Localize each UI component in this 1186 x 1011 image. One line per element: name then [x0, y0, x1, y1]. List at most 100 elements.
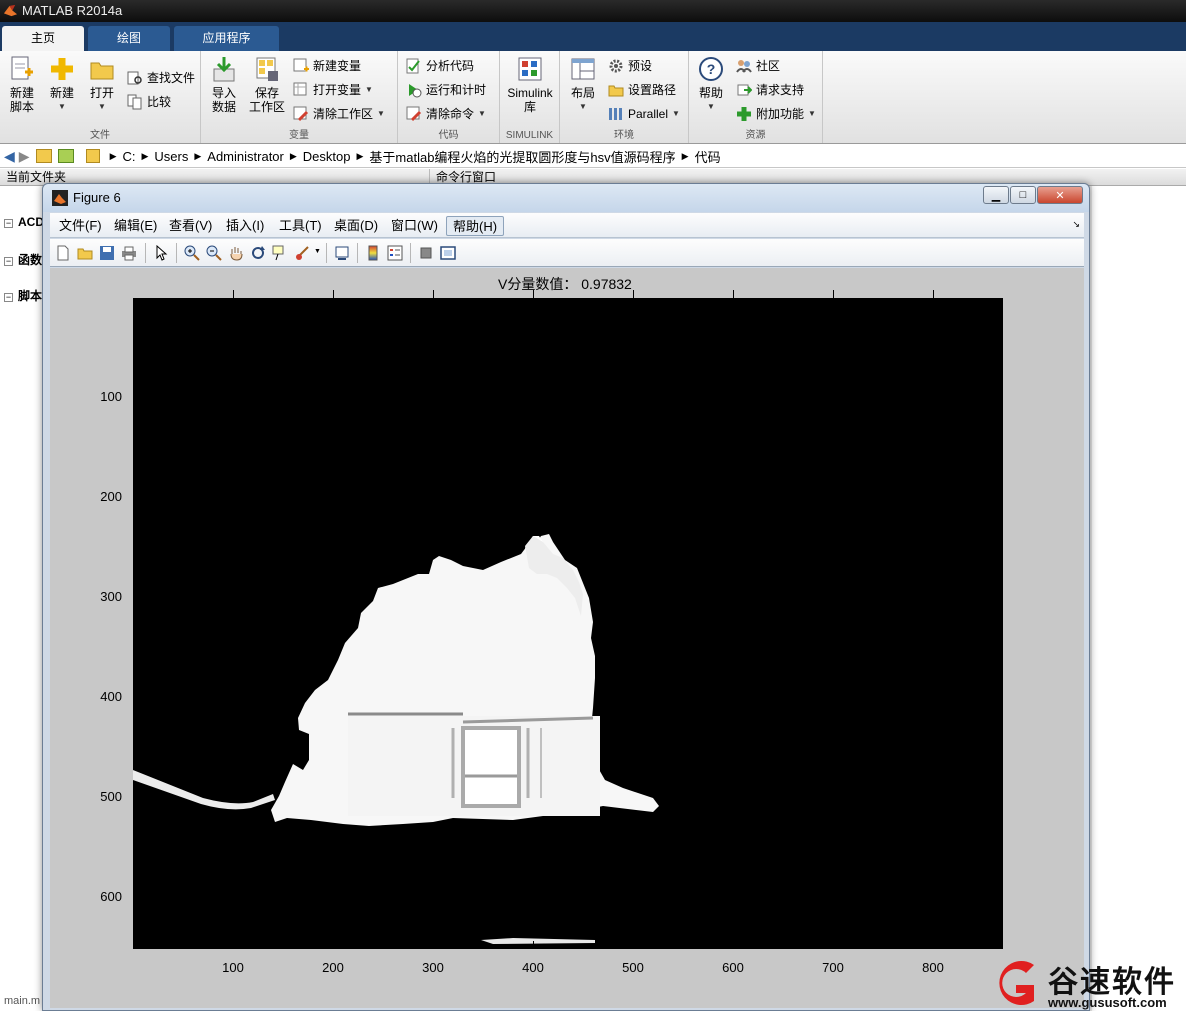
rotate-3d-icon[interactable] — [249, 244, 267, 262]
save-workspace-button[interactable]: 保存 工作区 — [247, 55, 287, 114]
breadcrumb-separator-icon: ▶ — [681, 150, 689, 161]
collapse-icon[interactable]: − — [4, 257, 13, 266]
parallel-icon — [608, 106, 624, 122]
dock-arrow-icon[interactable]: ↘ — [1072, 219, 1080, 230]
tree-item-scripts[interactable]: − 脚本 — [4, 287, 42, 304]
legend-icon[interactable] — [386, 244, 404, 262]
import-data-icon — [213, 57, 235, 82]
ribbon-tabstrip: 主页 绘图 应用程序 — [0, 22, 1186, 51]
figure-menubar: 文件(F) 编辑(E) 查看(V) 插入(I) 工具(T) 桌面(D) 窗口(W… — [50, 213, 1084, 238]
y-tick-label: 400 — [100, 689, 122, 704]
tab-home[interactable]: 主页 — [2, 26, 84, 51]
x-tick-label: 100 — [222, 960, 244, 975]
forward-arrow-icon[interactable]: ▶ — [19, 148, 30, 165]
back-arrow-icon[interactable]: ◀ — [4, 148, 15, 165]
gear-icon — [608, 58, 624, 74]
figure-window: Figure 6 ▁ □ ✕ 文件(F) 编辑(E) 查看(V) 插入(I) 工… — [42, 183, 1090, 1011]
help-button[interactable]: ? 帮助 ▼ — [695, 55, 727, 114]
new-variable-button[interactable]: 新建变量 — [293, 56, 361, 76]
add-ons-button[interactable]: 附加功能 ▼ — [736, 104, 816, 124]
menu-edit[interactable]: 编辑(E) — [108, 216, 163, 236]
close-button[interactable]: ✕ — [1037, 186, 1083, 204]
pan-hand-icon[interactable] — [227, 244, 245, 262]
figure-titlebar[interactable]: Figure 6 ▁ □ ✕ — [43, 184, 1089, 212]
browse-folder-icon[interactable] — [57, 149, 74, 163]
print-icon[interactable] — [120, 244, 138, 262]
menu-window[interactable]: 窗口(W) — [385, 216, 444, 236]
set-path-icon — [608, 82, 624, 98]
tab-apps[interactable]: 应用程序 — [174, 26, 279, 51]
parallel-button[interactable]: Parallel ▼ — [608, 104, 680, 124]
import-data-button[interactable]: 导入 数据 — [206, 55, 242, 114]
community-button[interactable]: 社区 — [736, 56, 780, 76]
up-folder-icon[interactable] — [35, 149, 52, 163]
menu-desktop[interactable]: 桌面(D) — [328, 216, 384, 236]
matlab-logo-icon — [3, 4, 18, 17]
find-files-button[interactable]: 查找文件 — [127, 68, 195, 88]
request-support-button[interactable]: 请求支持 — [736, 80, 804, 100]
breadcrumb-item[interactable]: Users — [154, 149, 188, 164]
tree-item-acd[interactable]: − ACD — [4, 215, 44, 229]
new-button[interactable]: 新建 ▼ — [44, 55, 80, 114]
link-plot-icon[interactable] — [333, 244, 351, 262]
menu-help[interactable]: 帮助(H) — [446, 216, 505, 236]
new-figure-icon[interactable] — [54, 244, 72, 262]
maximize-button[interactable]: □ — [1010, 186, 1036, 204]
brush-dropdown-icon[interactable]: ▼ — [314, 248, 321, 255]
show-plot-tools-icon[interactable] — [439, 244, 457, 262]
x-tick-label: 600 — [722, 960, 744, 975]
clear-commands-button[interactable]: 清除命令 ▼ — [406, 104, 486, 124]
simulink-library-button[interactable]: Simulink 库 — [504, 55, 556, 114]
menu-tools[interactable]: 工具(T) — [273, 216, 328, 236]
collapse-icon[interactable]: − — [4, 219, 13, 228]
brush-icon[interactable] — [293, 244, 311, 262]
menu-insert[interactable]: 插入(I) — [220, 216, 270, 236]
breadcrumb-item[interactable]: C: — [122, 149, 135, 164]
data-cursor-icon[interactable] — [271, 244, 289, 262]
x-tick-label: 500 — [622, 960, 644, 975]
watermark: 谷速软件 www.gususoft.com — [988, 955, 1186, 1011]
clear-workspace-button[interactable]: 清除工作区 ▼ — [293, 104, 385, 124]
image-axes[interactable] — [133, 298, 1003, 949]
breadcrumb-separator-icon: ▶ — [141, 150, 149, 161]
preferences-button[interactable]: 预设 — [608, 56, 652, 76]
colorbar-icon[interactable] — [364, 244, 382, 262]
breadcrumb-item[interactable]: Administrator — [207, 149, 284, 164]
group-environment: 布局 ▼ 预设 设置路径 Parallel ▼ 环境 — [560, 51, 689, 143]
compare-button[interactable]: 比较 — [127, 92, 171, 112]
pointer-icon[interactable] — [152, 244, 170, 262]
group-simulink-label: SIMULINK — [505, 130, 554, 141]
breadcrumb-item[interactable]: Desktop — [303, 149, 351, 164]
open-button[interactable]: 打开 ▼ — [84, 55, 120, 114]
breadcrumb-separator-icon: ▶ — [109, 150, 117, 161]
analyze-code-button[interactable]: 分析代码 — [406, 56, 474, 76]
group-variable-label: 变量 — [289, 130, 309, 141]
open-file-icon[interactable] — [76, 244, 94, 262]
run-and-time-icon — [406, 82, 422, 98]
open-variable-button[interactable]: 打开变量 ▼ — [293, 80, 373, 100]
collapse-icon[interactable]: − — [4, 293, 13, 302]
menu-view[interactable]: 查看(V) — [163, 216, 218, 236]
group-variable: 导入 数据 保存 工作区 新建变量 打开变量 ▼ 清除工作区 ▼ 变量 — [201, 51, 398, 143]
tab-plots[interactable]: 绘图 — [88, 26, 170, 51]
run-and-time-button[interactable]: 运行和计时 — [406, 80, 486, 100]
figure-title: Figure 6 — [73, 190, 121, 205]
zoom-in-icon[interactable] — [183, 244, 201, 262]
new-script-button[interactable]: 新建 脚本 — [4, 55, 40, 114]
ribbon: 新建 脚本 新建 ▼ 打开 ▼ 查找文件 比较 文件 导入 数据 保存 工作区 … — [0, 51, 1186, 144]
set-path-button[interactable]: 设置路径 — [608, 80, 676, 100]
layout-button[interactable]: 布局 ▼ — [566, 55, 600, 114]
hide-plot-tools-icon[interactable] — [417, 244, 435, 262]
zoom-out-icon[interactable] — [205, 244, 223, 262]
tree-item-functions[interactable]: − 函数 — [4, 251, 42, 268]
address-bar: ◀ ▶ ▶ C: ▶ Users ▶ Administrator ▶ Deskt… — [0, 145, 1186, 168]
find-files-icon — [127, 70, 143, 86]
open-variable-icon — [293, 82, 309, 98]
save-icon[interactable] — [98, 244, 116, 262]
breadcrumb-item[interactable]: 代码 — [695, 147, 721, 166]
y-tick-label: 500 — [100, 789, 122, 804]
x-tick-label: 800 — [922, 960, 944, 975]
breadcrumb-item[interactable]: 基于matlab编程火焰的光提取圆形度与hsv值源码程序 — [369, 147, 675, 166]
minimize-button[interactable]: ▁ — [983, 186, 1009, 204]
menu-file[interactable]: 文件(F) — [53, 216, 108, 236]
